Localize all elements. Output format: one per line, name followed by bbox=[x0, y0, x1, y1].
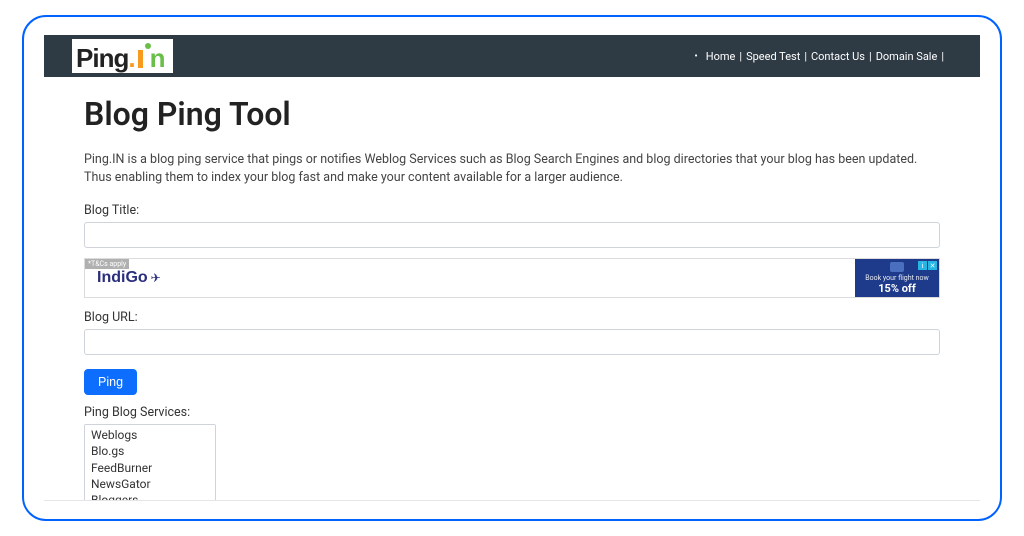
topbar: Ping. n • Home | Speed Test | Contact Us … bbox=[44, 35, 980, 77]
blog-url-label: Blog URL: bbox=[84, 310, 940, 325]
services-label: Ping Blog Services: bbox=[84, 405, 940, 420]
blog-title-label: Blog Title: bbox=[84, 203, 940, 218]
frame: Ping. n • Home | Speed Test | Contact Us … bbox=[22, 15, 1002, 521]
service-option[interactable]: Blo.gs bbox=[85, 443, 215, 459]
page-description: Ping.IN is a blog ping service that ping… bbox=[84, 151, 924, 187]
ad-banner[interactable]: *T&Cs apply IndiGo ✈ i✕ Book your flight… bbox=[84, 258, 940, 298]
ad-deal-small: Book your flight now bbox=[865, 274, 928, 282]
nav-contact-us[interactable]: Contact Us bbox=[809, 50, 867, 63]
blog-title-input[interactable] bbox=[84, 222, 940, 248]
service-option[interactable]: FeedBurner bbox=[85, 460, 215, 476]
logo-text-ping: Ping bbox=[76, 43, 128, 74]
content: Blog Ping Tool Ping.IN is a blog ping se… bbox=[44, 77, 980, 501]
nav-speed-test[interactable]: Speed Test bbox=[744, 50, 802, 63]
nav-home[interactable]: Home bbox=[704, 50, 738, 63]
nav-bullet-icon: • bbox=[694, 51, 697, 62]
ad-deal: i✕ Book your flight now 15% off bbox=[855, 259, 939, 297]
logo-i-dot-icon bbox=[145, 43, 151, 49]
plane-icon: ✈ bbox=[151, 271, 161, 285]
page: Ping. n • Home | Speed Test | Contact Us … bbox=[44, 35, 980, 501]
ad-deal-big: 15% off bbox=[878, 282, 916, 295]
nav: • Home | Speed Test | Contact Us | Domai… bbox=[694, 50, 944, 63]
nav-domain-sale[interactable]: Domain Sale bbox=[874, 50, 940, 63]
blog-url-input[interactable] bbox=[84, 329, 940, 355]
logo-letter-i-icon bbox=[138, 50, 143, 68]
service-option[interactable]: Weblogs bbox=[85, 427, 215, 443]
ad-adchoices-icon[interactable]: i✕ bbox=[918, 261, 937, 270]
service-option[interactable]: NewsGator bbox=[85, 476, 215, 492]
logo[interactable]: Ping. n bbox=[72, 39, 173, 73]
logo-letter-n: n bbox=[150, 43, 166, 74]
ad-brand-text: IndiGo bbox=[97, 269, 148, 287]
page-title: Blog Ping Tool bbox=[84, 95, 940, 133]
service-option[interactable]: Bloggers bbox=[85, 492, 215, 501]
services-select[interactable]: Weblogs Blo.gs FeedBurner NewsGator Blog… bbox=[84, 424, 216, 501]
logo-dot: . bbox=[128, 43, 135, 74]
ad-plane-graphic-icon bbox=[890, 262, 904, 272]
ping-button[interactable]: Ping bbox=[84, 369, 137, 395]
ad-terms-tag: *T&Cs apply bbox=[85, 259, 129, 269]
